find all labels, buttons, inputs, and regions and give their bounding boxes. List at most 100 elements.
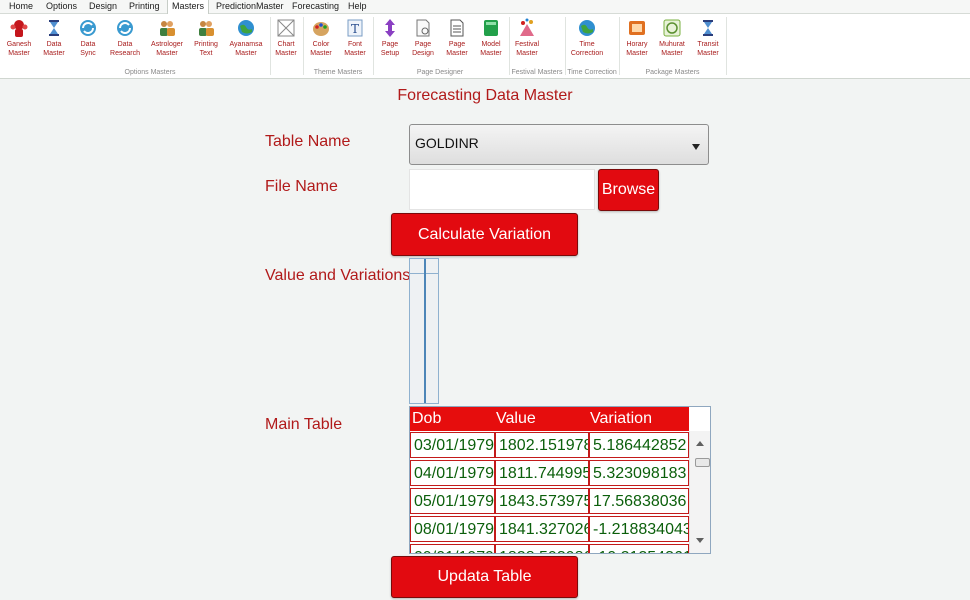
table-header: Dob Value Variation [410,407,689,431]
menu-bar: Home Options Design Printing Masters Pre… [0,0,970,14]
main-table-label: Main Table [265,416,343,433]
cell-variation[interactable]: -1.218834043 [589,516,689,542]
page-master-button[interactable]: Page Master [442,16,472,66]
chart-master-button[interactable]: Chart Master [272,16,300,66]
cell-variation[interactable]: 17.56838036 [589,488,689,514]
ribbon-separator [373,17,374,75]
group-label-options-masters: Options Masters [124,69,176,76]
horary-icon [627,18,647,38]
cell-value[interactable]: 1828.593986 [495,544,589,553]
table-row[interactable]: 04/01/1979 1811.744995 5.323098183 [410,460,689,488]
font-icon: T [345,18,365,38]
data-sync-button[interactable]: Data Sync [72,16,104,66]
ribbon-separator [270,17,271,75]
page-design-icon [413,18,433,38]
hourglass-icon [44,18,64,38]
ribbon-separator [303,17,304,75]
page-title: Forecasting Data Master [397,87,573,104]
cell-value[interactable]: 1843.573975 [495,488,589,514]
table-row[interactable]: 09/01/1979 1828.593986 -10.21254361 [410,544,689,553]
calculate-variation-button[interactable]: Calculate Variation [391,213,578,256]
cell-value[interactable]: 1811.744995 [495,460,589,486]
group-label-package-masters: Package Masters [645,69,700,76]
table-row[interactable]: 05/01/1979 1843.573975 17.56838036 [410,488,689,516]
grid-column-divider [424,259,426,403]
table-row[interactable]: 03/01/1979 1802.151978 5.186442852 [410,432,689,460]
ganesh-master-button[interactable]: Ganesh Master [3,16,35,66]
menu-prediction-master[interactable]: PredictionMaster [212,0,288,13]
column-header-dob[interactable]: Dob [412,410,441,428]
page-design-button[interactable]: Page Design [408,16,438,66]
value-and-variations-label: Value and Variations [265,267,411,284]
time-correction-button[interactable]: Time Correction [568,16,606,66]
table-name-select[interactable]: GOLDINR [409,124,709,165]
cell-dob[interactable]: 05/01/1979 [410,488,495,514]
column-header-variation[interactable]: Variation [590,410,652,428]
palette-icon [311,18,331,38]
chart-icon [276,18,296,38]
cell-dob[interactable]: 09/01/1979 [410,544,495,553]
data-research-button[interactable]: Data Research [106,16,144,66]
muhurat-master-button[interactable]: Muhurat Master [656,16,688,66]
model-master-button[interactable]: Model Master [476,16,506,66]
menu-help[interactable]: Help [344,0,371,13]
printing-text-button[interactable]: Printing Text [190,16,222,66]
cell-value[interactable]: 1841.327026 [495,516,589,542]
cell-dob[interactable]: 03/01/1979 [410,432,495,458]
festival-master-button[interactable]: Festival Master [511,16,543,66]
horary-master-button[interactable]: Horary Master [621,16,653,66]
cell-variation[interactable]: 5.323098183 [589,460,689,486]
browse-button[interactable]: Browse [598,169,659,211]
model-icon [481,18,501,38]
hourglass-icon [698,18,718,38]
svg-text:T: T [351,22,359,36]
menu-forecasting[interactable]: Forecasting [288,0,343,13]
ribbon-separator [509,17,510,75]
table-name-label: Table Name [265,133,351,150]
table-row[interactable]: 08/01/1979 1841.327026 -1.218834043 [410,516,689,544]
astrologer-master-button[interactable]: Astrologer Master [148,16,186,66]
menu-design[interactable]: Design [85,0,121,13]
update-table-button[interactable]: Updata Table [391,556,578,598]
table-name-value: GOLDINR [415,135,479,151]
ayanamsa-master-button[interactable]: Ayanamsa Master [226,16,266,66]
ganesh-icon [9,18,29,38]
value-variations-grid[interactable] [409,258,439,404]
chevron-down-icon [692,144,700,150]
color-master-button[interactable]: Color Master [306,16,336,66]
people-icon [157,18,177,38]
globe-icon [577,18,597,38]
file-name-input[interactable] [409,169,595,210]
menu-options[interactable]: Options [42,0,81,13]
cell-variation[interactable]: 5.186442852 [589,432,689,458]
column-header-value[interactable]: Value [496,410,536,428]
scroll-up-icon[interactable] [696,441,704,446]
cell-dob[interactable]: 04/01/1979 [410,460,495,486]
cell-variation[interactable]: -10.21254361 [589,544,689,553]
cell-dob[interactable]: 08/01/1979 [410,516,495,542]
group-label-time-correction: Time Correction [567,69,617,76]
file-name-label: File Name [265,178,338,195]
menu-home[interactable]: Home [5,0,37,13]
sync-icon [115,18,135,38]
ribbon-separator [619,17,620,75]
page-setup-button[interactable]: Page Setup [376,16,404,66]
font-master-button[interactable]: T Font Master [340,16,370,66]
page-icon [447,18,467,38]
cell-value[interactable]: 1802.151978 [495,432,589,458]
sync-icon [78,18,98,38]
menu-printing[interactable]: Printing [125,0,164,13]
group-label-theme-masters: Theme Masters [313,69,363,76]
scroll-thumb[interactable] [695,458,710,467]
page-setup-icon [380,18,400,38]
ribbon-separator [565,17,566,75]
data-master-button[interactable]: Data Master [38,16,70,66]
globe-icon [236,18,256,38]
main-table[interactable]: Dob Value Variation 03/01/1979 1802.1519… [409,406,711,554]
scroll-down-icon[interactable] [696,538,704,543]
ribbon-separator [726,17,727,75]
menu-masters[interactable]: Masters [167,0,210,14]
group-label-festival-masters: Festival Masters [511,69,563,76]
transit-master-button[interactable]: Transit Master [692,16,724,66]
table-scrollbar[interactable] [689,431,710,553]
